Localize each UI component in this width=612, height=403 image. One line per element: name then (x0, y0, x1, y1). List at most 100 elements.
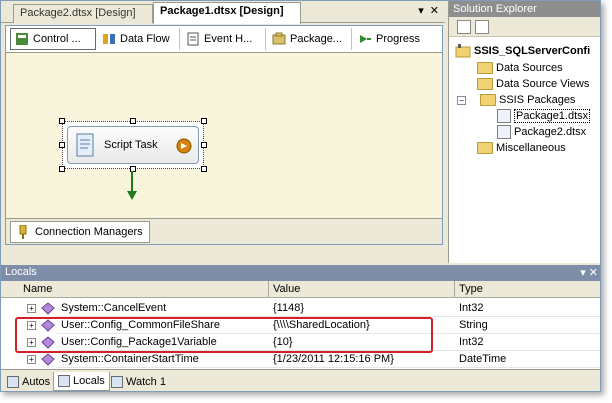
tab-package2-design[interactable]: Package2.dtsx [Design] (13, 4, 153, 23)
event-handlers-icon (187, 32, 199, 46)
tree-item-label: SSIS Packages (499, 94, 576, 106)
resize-handle[interactable] (201, 118, 207, 124)
project-label: SSIS_SQLServerConfi (474, 45, 591, 57)
resize-handle[interactable] (130, 118, 136, 124)
tab-list-dropdown-icon[interactable]: ▾ (418, 4, 424, 17)
folder-open-icon (480, 94, 496, 106)
script-task[interactable]: Script Task (59, 118, 207, 172)
close-document-icon[interactable]: ✕ (430, 4, 439, 17)
package-explorer-icon (272, 32, 286, 45)
resize-handle[interactable] (59, 166, 65, 172)
tab-label: Connection Managers (35, 226, 143, 238)
connection-managers-strip: Connection Managers (6, 218, 442, 244)
cell-name: System::CancelEvent (57, 300, 269, 317)
cell-value[interactable]: {1/23/2011 12:15:16 PM} (269, 351, 455, 368)
autos-icon (7, 375, 19, 388)
resize-handle[interactable] (201, 166, 207, 172)
document-tab-strip: Package2.dtsx [Design] Package1.dtsx [De… (1, 1, 445, 24)
progress-icon (360, 35, 371, 43)
task-status-arrow-icon (176, 138, 192, 154)
package-designer: Control ... Data Flow Event H... Package… (5, 25, 443, 245)
tab-label: Locals (73, 375, 105, 387)
package-file-icon (497, 125, 511, 139)
tree-item-package1[interactable]: Package1.dtsx (497, 108, 591, 124)
document-tab-controls: ▾ ✕ (418, 4, 439, 17)
tab-label: Data Flow (120, 33, 170, 45)
tree-item-miscellaneous[interactable]: Miscellaneous (477, 140, 566, 156)
cell-type: Int32 (455, 300, 600, 317)
resize-handle[interactable] (201, 142, 207, 148)
tab-connection-managers[interactable]: Connection Managers (10, 221, 150, 243)
tab-package1-design[interactable]: Package1.dtsx [Design] (153, 2, 301, 24)
variable-icon (41, 353, 55, 366)
locals-title-bar: Locals ▾ ✕ (1, 265, 600, 281)
folder-icon (477, 62, 493, 74)
resize-handle[interactable] (59, 142, 65, 148)
locals-title: Locals (5, 266, 37, 278)
column-header-name[interactable]: Name (1, 281, 269, 298)
solution-explorer-title: Solution Explorer (449, 1, 600, 17)
locals-window-controls[interactable]: ▾ ✕ (580, 266, 598, 279)
tab-package-explorer[interactable]: Package... (268, 28, 352, 50)
locals-icon (58, 375, 70, 387)
tab-label: Control ... (33, 33, 81, 45)
tab-label: Autos (22, 375, 51, 388)
collapse-icon[interactable]: − (457, 95, 466, 105)
expand-icon[interactable]: + (27, 304, 36, 313)
folder-icon (477, 78, 493, 90)
tab-event-handlers[interactable]: Event H... (182, 28, 266, 50)
column-header-type[interactable]: Type (455, 281, 600, 298)
cell-type: Int32 (455, 334, 600, 351)
connection-manager-icon (19, 225, 27, 239)
properties-icon[interactable] (457, 20, 471, 34)
tab-control-flow[interactable]: Control ... (10, 28, 96, 50)
variable-icon (41, 302, 55, 315)
cell-name: System::ContainerStartTime (57, 351, 269, 368)
precedence-constraint-arrow-icon[interactable] (126, 171, 138, 201)
project-icon (455, 44, 471, 58)
show-all-files-icon[interactable] (475, 20, 489, 34)
table-row[interactable]: + System::ContainerStartTime {1/23/2011 … (1, 351, 600, 368)
watch-icon (111, 375, 123, 388)
tab-autos[interactable]: Autos (3, 372, 54, 391)
tab-label: Progress (376, 33, 421, 45)
tab-label: Watch 1 (126, 375, 166, 388)
script-task-label: Script Task (104, 139, 158, 151)
tree-item-label: Miscellaneous (496, 142, 566, 154)
script-task-box[interactable]: Script Task (67, 126, 199, 164)
resize-handle[interactable] (59, 118, 65, 124)
tree-item-label: Data Source Views (496, 78, 590, 90)
tab-watch-1[interactable]: Watch 1 (107, 372, 170, 391)
tree-project-node[interactable]: SSIS_SQLServerConfi (455, 43, 590, 59)
designer-tab-strip: Control ... Data Flow Event H... Package… (6, 26, 442, 53)
data-flow-icon (103, 34, 115, 44)
tree-item-data-sources[interactable]: Data Sources (477, 60, 563, 76)
package-file-icon (497, 109, 511, 123)
tab-progress[interactable]: Progress (354, 28, 434, 50)
control-flow-canvas[interactable]: Script Task (6, 53, 442, 218)
tree-item-data-source-views[interactable]: Data Source Views (477, 76, 589, 92)
expand-icon[interactable]: + (27, 355, 36, 364)
tab-data-flow[interactable]: Data Flow (98, 28, 180, 50)
solution-explorer-toolbar (449, 17, 600, 37)
tree-item-label: Package1.dtsx (514, 109, 591, 123)
tree-item-label: Data Sources (496, 62, 563, 74)
control-flow-icon (16, 33, 28, 45)
table-row[interactable]: + System::CancelEvent {1148} Int32 (1, 300, 600, 317)
cell-value[interactable]: {1148} (269, 300, 455, 317)
tab-label: Package... (290, 33, 342, 45)
cell-type: DateTime (455, 351, 600, 368)
folder-icon (477, 142, 493, 154)
cell-type: String (455, 317, 600, 334)
tab-label: Event H... (204, 33, 253, 45)
script-icon (76, 133, 94, 157)
tree-item-package2[interactable]: Package2.dtsx (497, 124, 586, 140)
tree-item-ssis-packages[interactable]: − SSIS Packages (457, 92, 575, 108)
solution-explorer-panel: Solution Explorer SSIS_SQLServerConfi Da… (448, 1, 600, 263)
locals-header-row: Name Value Type (1, 281, 600, 298)
tab-locals[interactable]: Locals (53, 372, 110, 391)
column-header-value[interactable]: Value (269, 281, 455, 298)
debug-window-tab-strip: Autos Locals Watch 1 (1, 369, 600, 391)
visual-studio-window: Package2.dtsx [Design] Package1.dtsx [De… (0, 0, 601, 392)
highlight-box (15, 317, 433, 353)
